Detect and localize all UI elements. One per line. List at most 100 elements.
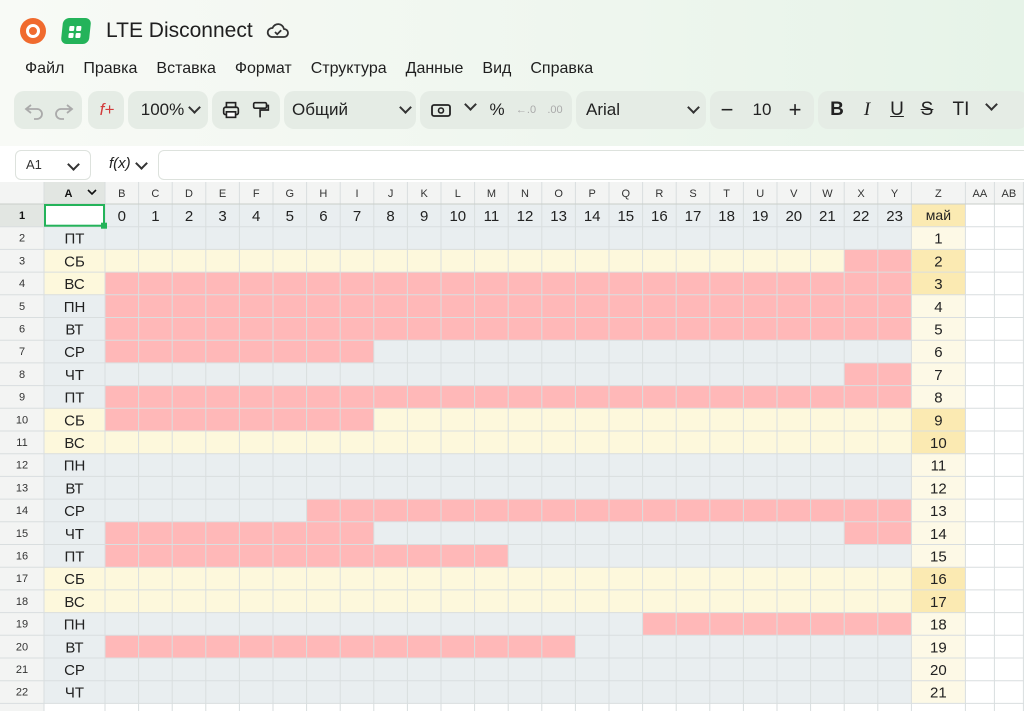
hour-cell[interactable]	[407, 567, 441, 590]
hour-cell[interactable]	[642, 249, 677, 273]
hour-cell[interactable]	[474, 658, 509, 681]
disconnected-hour-cell[interactable]	[642, 499, 677, 522]
hour-cell[interactable]	[273, 680, 307, 704]
hour-cell[interactable]	[138, 567, 173, 590]
hour-cell[interactable]	[441, 589, 475, 613]
hour-cell[interactable]	[273, 476, 307, 500]
hour-cell[interactable]	[373, 408, 408, 431]
disconnected-hour-cell[interactable]	[105, 294, 139, 318]
hour-cell[interactable]	[709, 453, 744, 477]
hour-cell[interactable]	[373, 567, 408, 590]
hour-cell[interactable]	[810, 544, 845, 568]
disconnected-hour-cell[interactable]	[474, 385, 509, 409]
disconnected-hour-cell[interactable]	[441, 499, 475, 522]
hour-cell[interactable]	[844, 408, 878, 431]
disconnected-hour-cell[interactable]	[474, 317, 509, 341]
hour-cell[interactable]	[306, 658, 341, 681]
hour-cell[interactable]	[709, 408, 744, 431]
hour-cell[interactable]	[407, 408, 441, 431]
hour-cell[interactable]	[676, 680, 710, 704]
hour-cell[interactable]	[474, 453, 509, 477]
disconnected-hour-cell[interactable]	[474, 635, 509, 658]
disconnected-hour-cell[interactable]	[541, 385, 576, 409]
disconnected-hour-cell[interactable]	[105, 544, 139, 568]
disconnected-hour-cell[interactable]	[743, 385, 777, 409]
hour-cell[interactable]	[777, 408, 811, 431]
disconnected-hour-cell[interactable]	[676, 385, 710, 409]
disconnected-hour-cell[interactable]	[273, 340, 307, 363]
hour-cell[interactable]	[642, 340, 677, 363]
hour-cell[interactable]	[239, 476, 273, 500]
hour-cell[interactable]	[105, 658, 139, 681]
disconnected-hour-cell[interactable]	[609, 385, 643, 409]
disconnected-hour-cell[interactable]	[105, 408, 139, 431]
disconnected-hour-cell[interactable]	[172, 385, 206, 409]
hour-cell[interactable]	[138, 680, 173, 704]
hour-cell[interactable]	[877, 476, 912, 500]
disconnected-hour-cell[interactable]	[877, 612, 912, 636]
hour-cell[interactable]	[575, 431, 609, 454]
hour-cell[interactable]	[239, 249, 273, 273]
hour-cell[interactable]	[877, 544, 912, 568]
hour-cell[interactable]	[306, 362, 341, 386]
disconnected-hour-cell[interactable]	[609, 294, 643, 318]
hour-cell[interactable]	[642, 544, 677, 568]
hour-cell[interactable]	[239, 453, 273, 477]
hour-cell[interactable]	[877, 408, 912, 431]
hour-cell[interactable]	[709, 680, 744, 704]
disconnected-hour-cell[interactable]	[138, 385, 173, 409]
hour-cell[interactable]	[541, 612, 576, 636]
hour-cell[interactable]	[676, 635, 710, 658]
hour-cell[interactable]	[373, 340, 408, 363]
hour-cell[interactable]	[273, 249, 307, 273]
disconnected-hour-cell[interactable]	[810, 294, 845, 318]
disconnected-hour-cell[interactable]	[407, 294, 441, 318]
disconnected-hour-cell[interactable]	[877, 294, 912, 318]
hour-cell[interactable]	[441, 340, 475, 363]
hour-cell[interactable]	[609, 680, 643, 704]
disconnected-hour-cell[interactable]	[138, 408, 173, 431]
hour-cell[interactable]	[373, 431, 408, 454]
hour-cell[interactable]	[541, 226, 576, 250]
disconnected-hour-cell[interactable]	[373, 272, 408, 295]
hour-cell[interactable]	[810, 340, 845, 363]
hour-cell[interactable]	[508, 249, 542, 273]
disconnected-hour-cell[interactable]	[138, 635, 173, 658]
disconnected-hour-cell[interactable]	[541, 272, 576, 295]
menu-edit[interactable]: Правка	[73, 58, 146, 80]
hour-cell[interactable]	[743, 226, 777, 250]
disconnected-hour-cell[interactable]	[844, 499, 878, 522]
hour-cell[interactable]	[508, 453, 542, 477]
disconnected-hour-cell[interactable]	[105, 317, 139, 341]
zoom-select[interactable]: 100%	[136, 98, 204, 122]
disconnected-hour-cell[interactable]	[575, 385, 609, 409]
hour-cell[interactable]	[508, 362, 542, 386]
disconnected-hour-cell[interactable]	[541, 635, 576, 658]
disconnected-hour-cell[interactable]	[709, 317, 744, 341]
hour-cell[interactable]	[877, 431, 912, 454]
disconnected-hour-cell[interactable]	[844, 612, 878, 636]
disconnected-hour-cell[interactable]	[239, 635, 273, 658]
disconnected-hour-cell[interactable]	[205, 317, 240, 341]
hour-cell[interactable]	[575, 658, 609, 681]
currency-icon[interactable]	[428, 98, 454, 122]
disconnected-hour-cell[interactable]	[844, 385, 878, 409]
hour-cell[interactable]	[575, 408, 609, 431]
hour-cell[interactable]	[407, 453, 441, 477]
hour-cell[interactable]	[239, 362, 273, 386]
hour-cell[interactable]	[676, 521, 710, 545]
disconnected-hour-cell[interactable]	[172, 272, 206, 295]
hour-cell[interactable]	[172, 658, 206, 681]
disconnected-hour-cell[interactable]	[709, 499, 744, 522]
hour-cell[interactable]	[609, 431, 643, 454]
hour-cell[interactable]	[642, 476, 677, 500]
disconnected-hour-cell[interactable]	[441, 294, 475, 318]
disconnected-hour-cell[interactable]	[575, 499, 609, 522]
hour-cell[interactable]	[642, 635, 677, 658]
disconnected-hour-cell[interactable]	[340, 544, 374, 568]
disconnected-hour-cell[interactable]	[407, 635, 441, 658]
hour-cell[interactable]	[205, 362, 240, 386]
disconnected-hour-cell[interactable]	[810, 612, 845, 636]
hour-cell[interactable]	[172, 362, 206, 386]
hour-cell[interactable]	[541, 589, 576, 613]
